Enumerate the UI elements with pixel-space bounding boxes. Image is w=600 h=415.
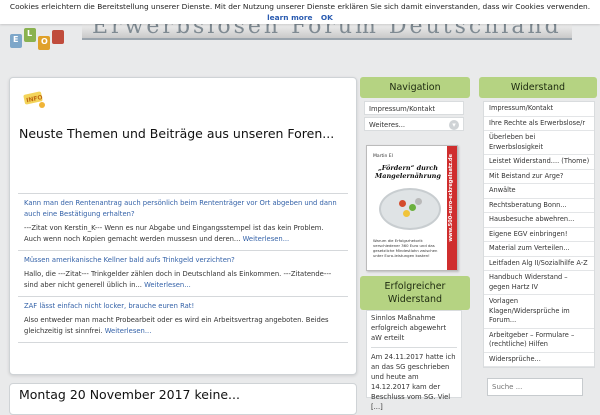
nav-item-weiteres[interactable]: Weiteres... ▾ (364, 117, 464, 131)
navigation-widget: Navigation Impressum/Kontakt Weiteres...… (360, 77, 470, 134)
book-subtitle: Warum die Erfolgsrhetorik verschiedener … (373, 238, 438, 258)
success-excerpt: Am 24.11.2017 hatte ich an das SG geschr… (371, 353, 456, 411)
book-title: „Fördern“ durch Mangelernährung (375, 164, 441, 180)
learn-more-link[interactable]: learn more (267, 13, 312, 22)
latest-topics-panel: INFO Neuste Themen und Beiträge aus unse… (9, 77, 357, 375)
read-more-link[interactable]: Weiterlesen... (144, 281, 191, 289)
navigation-heading: Navigation (360, 77, 470, 98)
info-icon: INFO (23, 91, 47, 109)
list-item[interactable]: Rechtsberatung Bonn... (484, 199, 594, 213)
read-more-link[interactable]: Weiterlesen... (105, 327, 152, 335)
read-more-link[interactable]: Weiterlesen... (243, 235, 290, 243)
success-story: Sinnlos Maßnahme erfolgreich abgewehrt a… (366, 310, 462, 411)
next-article-panel: Montag 20 November 2017 keine... (9, 383, 357, 415)
divider (371, 347, 457, 348)
list-item[interactable]: Überleben bei Erwerbslosigkeit (484, 131, 594, 155)
post-excerpt-text: Also entweder man macht Probearbeit oder… (24, 316, 329, 335)
list-item[interactable]: Material zum Verteilen... (484, 242, 594, 257)
cookie-ok-button[interactable]: OK (321, 13, 333, 22)
list-item[interactable]: Handbuch Widerstand – gegen Hartz IV (484, 271, 594, 295)
list-item[interactable]: Leistet Widerstand.... (Thome) (484, 155, 594, 170)
book-url: www.500-euro-eckregelsatz.de (448, 154, 454, 242)
list-item[interactable]: Widersprüche... (484, 353, 594, 367)
logo-letter: E (13, 35, 19, 44)
book-spine: www.500-euro-eckregelsatz.de (447, 146, 457, 270)
widerstand-link-list: Impressum/Kontakt Ihre Rechte als Erwerb… (483, 101, 595, 368)
cookie-text: Cookies erleichtern die Bereitstellung u… (9, 2, 591, 11)
post-title-link[interactable]: Kann man den Rentenantrag auch persönlic… (24, 198, 342, 220)
success-headline-link[interactable]: Sinnlos Maßnahme erfolgreich abgewehrt a… (371, 313, 457, 343)
list-item[interactable]: Vorlagen Klagen/Widersprüche im Forum... (484, 295, 594, 329)
list-item[interactable]: Eigene EGV einbringen! (484, 228, 594, 242)
coin-icon (403, 210, 410, 217)
list-item[interactable]: Hausbesuche abwehren... (484, 213, 594, 228)
chevron-down-icon[interactable]: ▾ (449, 120, 459, 130)
success-widget: Erfolgreicher Widerstand (360, 276, 470, 310)
list-item[interactable]: Anwälte (484, 184, 594, 199)
success-heading: Erfolgreicher Widerstand (360, 276, 470, 310)
list-item[interactable]: Arbeitgeber – Formulare – (rechtliche) H… (484, 329, 594, 353)
widerstand-widget: Widerstand Impressum/Kontakt Ihre Rechte… (479, 77, 597, 368)
list-item: Müssen amerikanische Kellner bald aufs T… (18, 250, 348, 296)
book-author: Martin El (373, 154, 393, 159)
cookie-notice: Cookies erleichtern die Bereitstellung u… (0, 0, 600, 24)
post-excerpt: ---Zitat von Kerstin_K--- Wenn es nur Ab… (24, 223, 342, 245)
site-banner[interactable]: Erwerbslosen Forum Deutschland (82, 22, 572, 40)
post-title-link[interactable]: ZAF lässt einfach nicht locker, brauche … (24, 301, 342, 312)
banner-title: Erwerbslosen Forum Deutschland (92, 22, 562, 39)
logo-block (52, 30, 64, 44)
post-title-link[interactable]: Müssen amerikanische Kellner bald aufs T… (24, 255, 342, 266)
list-item: Kann man den Rentenantrag auch persönlic… (18, 193, 348, 250)
post-excerpt: Hallo, die ---Zitat--- Trinkgelder zähle… (24, 269, 342, 291)
list-item[interactable]: Ihre Rechte als Erwerbslose/r (484, 117, 594, 131)
list-item[interactable]: Impressum/Kontakt (484, 102, 594, 117)
post-list: Kann man den Rentenantrag auch persönlic… (18, 193, 348, 343)
logo-letter: L (27, 29, 33, 38)
plate-image (379, 188, 441, 230)
site-logo[interactable]: E L O (10, 24, 70, 54)
page-title: Neuste Themen und Beiträge aus unseren F… (19, 126, 335, 141)
book-advert[interactable]: Martin El „Fördern“ durch Mangelernährun… (366, 145, 458, 271)
post-excerpt: Also entweder man macht Probearbeit oder… (24, 315, 342, 337)
nav-item-label: Impressum/Kontakt (369, 105, 436, 113)
logo-letter: O (41, 37, 48, 46)
nav-item-label: Weiteres... (369, 121, 406, 129)
coin-icon (415, 198, 422, 205)
nav-item-impressum[interactable]: Impressum/Kontakt (364, 101, 464, 115)
coin-icon (409, 204, 416, 211)
coin-icon (399, 200, 406, 207)
list-item[interactable]: Leitfaden Alg II/Sozialhilfe A-Z (484, 257, 594, 271)
search-input[interactable] (487, 378, 583, 396)
list-item: ZAF lässt einfach nicht locker, brauche … (18, 296, 348, 343)
list-item[interactable]: Mit Beistand zur Arge? (484, 170, 594, 184)
widerstand-heading: Widerstand (479, 77, 597, 98)
